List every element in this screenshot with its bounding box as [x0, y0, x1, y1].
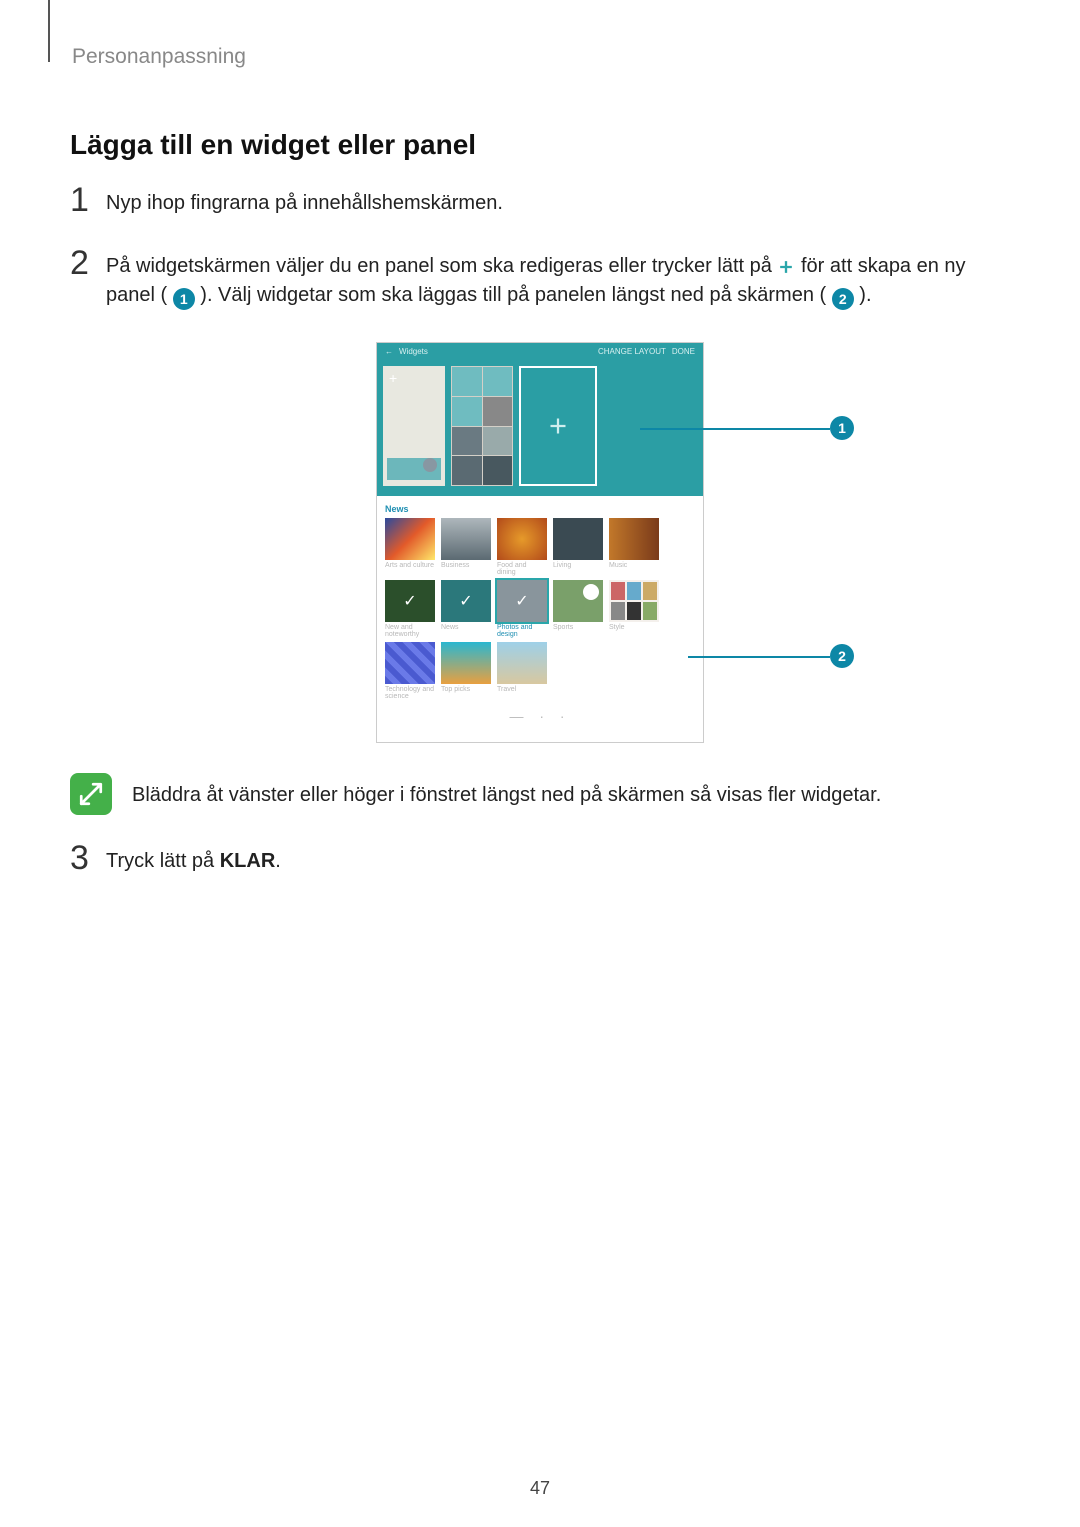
pager-dots: — · ·	[385, 704, 695, 730]
panel-thumb: +	[383, 366, 445, 486]
step-text: Nyp ihop fingrarna på innehållshemskärme…	[106, 187, 1010, 218]
step-text-part: ).	[859, 284, 871, 306]
step-text-part: Tryck lätt på	[106, 850, 220, 872]
widget-row: ✓New and noteworthy ✓News ✓Photos and de…	[385, 580, 695, 638]
breadcrumb: Personanpassning	[72, 45, 1010, 69]
figure: ← Widgets CHANGE LAYOUT DONE +	[70, 342, 1010, 743]
callout-number-2: 2	[830, 644, 854, 668]
step-3: 3 Tryck lätt på KLAR.	[70, 845, 1010, 876]
widget-item: Arts and culture	[385, 518, 435, 576]
widget-item: Travel	[497, 642, 547, 700]
callout-badge-2: 2	[832, 288, 854, 310]
page-number: 47	[0, 1478, 1080, 1499]
widget-item: Living	[553, 518, 603, 576]
add-panel	[519, 366, 597, 486]
step-text-part: .	[275, 850, 281, 872]
widget-item: Business	[441, 518, 491, 576]
step-number: 1	[70, 183, 106, 217]
callout-number-1: 1	[830, 416, 854, 440]
step-text: På widgetskärmen väljer du en panel som …	[106, 250, 1010, 310]
callout-badge-1: 1	[173, 288, 195, 310]
widget-item: Style	[609, 580, 659, 638]
widget-item: ✓News	[441, 580, 491, 638]
step-number: 2	[70, 246, 106, 280]
step-text-part: ). Välj widgetar som ska läggas till på …	[200, 284, 826, 306]
note-text: Bläddra åt vänster eller höger i fönstre…	[132, 773, 881, 810]
klar-label: KLAR	[220, 850, 276, 872]
widget-row: Arts and culture Business Food and dinin…	[385, 518, 695, 576]
header-rule	[48, 0, 50, 62]
note: Bläddra åt vänster eller höger i fönstre…	[70, 773, 1010, 815]
widget-item: Technology and science	[385, 642, 435, 700]
tablet-screenshot: ← Widgets CHANGE LAYOUT DONE +	[376, 342, 704, 743]
widget-item: Music	[609, 518, 659, 576]
widget-row: Technology and science Top picks Travel	[385, 642, 695, 700]
step-text: Tryck lätt på KLAR.	[106, 845, 1010, 876]
done-label: DONE	[672, 347, 695, 356]
widget-area: News Arts and culture Business Food and …	[377, 496, 703, 742]
widget-item: ✓New and noteworthy	[385, 580, 435, 638]
panel-thumb	[451, 366, 513, 486]
tablet-title: Widgets	[399, 347, 428, 356]
step-1: 1 Nyp ihop fingrarna på innehållshemskär…	[70, 187, 1010, 218]
tablet-header: ← Widgets CHANGE LAYOUT DONE	[377, 343, 703, 360]
widget-item: Food and dining	[497, 518, 547, 576]
step-number: 3	[70, 841, 106, 875]
document-page: Personanpassning Lägga till en widget el…	[0, 0, 1080, 1527]
step-text-part: På widgetskärmen väljer du en panel som …	[106, 255, 777, 277]
callout-line	[640, 428, 830, 430]
plus-icon	[777, 258, 795, 276]
section-heading: Lägga till en widget eller panel	[70, 129, 1010, 161]
widget-section-label: News	[385, 504, 695, 514]
change-layout-label: CHANGE LAYOUT	[598, 347, 666, 356]
widget-item: ✓Photos and design	[497, 580, 547, 638]
back-icon: ←	[385, 347, 393, 356]
widget-item: Top picks	[441, 642, 491, 700]
callout-line	[688, 656, 830, 658]
step-2: 2 På widgetskärmen väljer du en panel so…	[70, 250, 1010, 310]
widget-item: Sports	[553, 580, 603, 638]
note-icon	[70, 773, 112, 815]
